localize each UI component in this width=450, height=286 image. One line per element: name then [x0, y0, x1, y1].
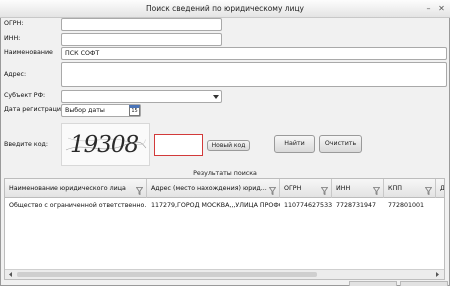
cell-address: 117279,ГОРОД МОСКВА,,,УЛИЦА ПРОФС...: [151, 202, 280, 209]
captcha-text: 19308: [70, 132, 139, 158]
scroll-right-icon[interactable]: [434, 271, 441, 278]
column-header-kpp[interactable]: КПП: [384, 179, 436, 198]
column-header-inn[interactable]: ИНН: [332, 179, 384, 198]
calendar-icon[interactable]: 15: [129, 105, 140, 116]
results-title: Результаты поиска: [193, 170, 257, 177]
column-header-ogrn[interactable]: ОГРН: [280, 179, 332, 198]
bottom-button-partial[interactable]: [400, 281, 448, 286]
filter-icon[interactable]: [424, 184, 433, 196]
inn-field[interactable]: [61, 33, 222, 46]
address-field[interactable]: [61, 62, 447, 87]
ogrn-field[interactable]: [61, 18, 222, 31]
name-label: Наименование: [4, 49, 53, 56]
regdate-label: Дата регистрации:: [4, 106, 68, 113]
filter-icon[interactable]: [268, 184, 277, 196]
filter-icon[interactable]: [372, 184, 381, 196]
captcha-input[interactable]: [154, 134, 203, 156]
results-grid: Наименование юридического лица Адрес (ме…: [4, 178, 445, 280]
dropdown-arrow-icon: [212, 94, 220, 100]
regdate-picker[interactable]: Выбор даты 15: [61, 104, 141, 117]
cell-name: Общество с ограниченной ответственно...: [9, 202, 147, 209]
find-button[interactable]: Найти: [274, 135, 315, 153]
address-label: Адрес:: [4, 71, 27, 78]
bottom-button-partial[interactable]: [349, 281, 397, 286]
scroll-left-icon[interactable]: [7, 271, 14, 278]
new-code-button[interactable]: Новый код: [207, 140, 250, 151]
filter-icon[interactable]: [135, 184, 144, 196]
cell-kpp: 772801001: [388, 202, 425, 209]
cell-ogrn: 1107746275339: [284, 202, 332, 209]
column-header-name[interactable]: Наименование юридического лица: [5, 179, 147, 198]
region-select[interactable]: [61, 90, 222, 103]
region-label: Субъект РФ:: [4, 92, 46, 99]
inn-label: ИНН:: [4, 35, 21, 42]
captcha-image: 19308: [61, 123, 150, 166]
column-header-more[interactable]: Д: [436, 179, 444, 198]
captcha-label: Введите код:: [4, 141, 49, 148]
scroll-thumb[interactable]: [17, 272, 317, 277]
name-field-value: ПСК СОФТ: [65, 50, 100, 57]
ogrn-label: ОГРН:: [4, 20, 24, 27]
window-title: Поиск сведений по юридическому лицу: [146, 4, 304, 13]
filter-icon[interactable]: [320, 184, 329, 196]
regdate-value: Выбор даты: [65, 107, 105, 114]
column-header-address[interactable]: Адрес (место нахождения) юрид...: [147, 179, 280, 198]
minimize-button[interactable]: –: [423, 3, 434, 14]
table-row[interactable]: Общество с ограниченной ответственно... …: [5, 198, 444, 213]
horizontal-scrollbar[interactable]: [5, 269, 444, 279]
results-header: Наименование юридического лица Адрес (ме…: [5, 179, 444, 198]
cell-inn: 7728731947: [336, 202, 377, 209]
close-button[interactable]: ✕: [436, 3, 447, 14]
name-field[interactable]: ПСК СОФТ: [61, 47, 447, 60]
clear-button[interactable]: Очистить: [319, 135, 362, 153]
